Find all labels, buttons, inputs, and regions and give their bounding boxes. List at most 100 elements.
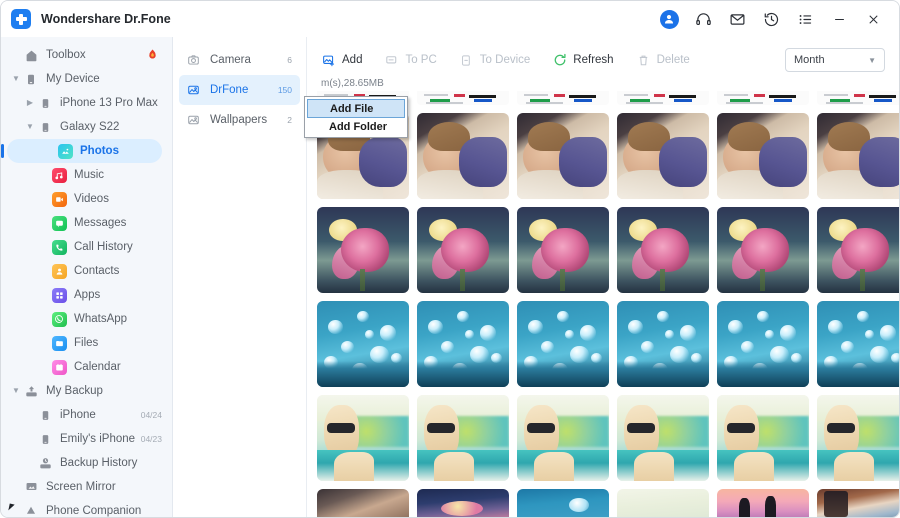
chevron-down-icon[interactable]: ▼ — [9, 75, 23, 83]
photo-thumbnail[interactable] — [417, 395, 509, 481]
photo-thumbnail[interactable] — [617, 113, 709, 199]
photo-thumbnail[interactable] — [517, 301, 609, 387]
mail-icon[interactable] — [727, 9, 747, 29]
chevron-down-icon[interactable]: ▼ — [9, 387, 23, 395]
sidebar-item-label: iPhone 13 Pro Max — [60, 97, 158, 109]
sidebar-item-label: Contacts — [74, 265, 120, 277]
album-item-drfone[interactable]: DrFone 150 — [179, 75, 300, 105]
sidebar-item-iphone[interactable]: iPhone 04/24 — [1, 403, 172, 427]
sidebar-item-label: Emily's iPhone — [60, 433, 136, 445]
photo-thumbnail[interactable] — [817, 395, 899, 481]
album-item-count: 2 — [287, 115, 292, 125]
album-item-label: Wallpapers — [210, 114, 268, 126]
phone-icon — [37, 407, 53, 423]
chevron-right-icon[interactable]: ▶ — [23, 99, 37, 107]
photo-thumbnail[interactable] — [417, 91, 509, 105]
photo-thumbnail[interactable] — [817, 489, 899, 517]
account-avatar-icon[interactable] — [659, 9, 679, 29]
sidebar-item-label: Videos — [74, 193, 109, 205]
sidebar-item-files[interactable]: Files — [1, 331, 172, 355]
photo-thumbnail[interactable] — [717, 207, 809, 293]
phone-icon — [37, 119, 53, 135]
album-item-label: Camera — [210, 54, 251, 66]
history-icon[interactable] — [761, 9, 781, 29]
sidebar-item-apps[interactable]: Apps — [1, 283, 172, 307]
photo-thumbnail[interactable] — [717, 489, 809, 517]
photo-grid — [307, 91, 899, 517]
camera-icon — [187, 54, 202, 66]
close-icon[interactable] — [863, 9, 883, 29]
photo-thumbnail[interactable] — [817, 207, 899, 293]
photo-thumbnail[interactable] — [617, 207, 709, 293]
sidebar-item-backup-history[interactable]: Backup History — [1, 451, 172, 475]
sidebar-item-call-history[interactable]: Call History — [1, 235, 172, 259]
context-menu-item-add-folder[interactable]: Add Folder — [307, 118, 405, 135]
sidebar-item-messages[interactable]: Messages — [1, 211, 172, 235]
sidebar-item-phone-companion[interactable]: Phone Companion — [1, 499, 172, 517]
photo-thumbnail[interactable] — [717, 91, 809, 105]
sidebar-item-iphone-13-pro-max[interactable]: ▶ iPhone 13 Pro Max — [1, 91, 172, 115]
photo-thumbnail[interactable] — [517, 395, 609, 481]
sidebar-item-my-device[interactable]: ▼ My Device — [1, 67, 172, 91]
chevron-down-icon[interactable]: ▼ — [23, 123, 37, 131]
support-headset-icon[interactable] — [693, 9, 713, 29]
photo-thumbnail[interactable] — [817, 91, 899, 105]
delete-button: Delete — [636, 53, 690, 68]
phone-icon — [37, 431, 53, 447]
photo-thumbnail[interactable] — [417, 489, 509, 517]
music-app-icon — [51, 167, 67, 183]
photo-thumbnail[interactable] — [717, 113, 809, 199]
sidebar-item-calendar[interactable]: Calendar — [1, 355, 172, 379]
photo-thumbnail[interactable] — [517, 489, 609, 517]
photo-thumbnail[interactable] — [717, 395, 809, 481]
minimize-icon[interactable] — [829, 9, 849, 29]
photo-thumbnail[interactable] — [417, 113, 509, 199]
sidebar: Toolbox ▼ My Device ▶ iPhone 13 Pro Max ▼ Gala… — [1, 37, 173, 517]
menu-list-icon[interactable] — [795, 9, 815, 29]
photo-thumbnail[interactable] — [317, 395, 409, 481]
add-button[interactable]: Add — [321, 53, 362, 68]
photo-thumbnail[interactable] — [317, 489, 409, 517]
photo-thumbnail[interactable] — [517, 91, 609, 105]
content-toolbar: Add To PC To Device Refresh Delete Month ▼ — [307, 45, 899, 75]
photo-thumbnail[interactable] — [517, 207, 609, 293]
photo-thumbnail[interactable] — [717, 301, 809, 387]
photo-thumbnail[interactable] — [617, 301, 709, 387]
sidebar-item-screen-mirror[interactable]: Screen Mirror — [1, 475, 172, 499]
to-pc-icon — [384, 53, 399, 68]
photo-thumbnail[interactable] — [617, 91, 709, 105]
app-body: Toolbox ▼ My Device ▶ iPhone 13 Pro Max ▼ Gala… — [1, 37, 899, 517]
sidebar-item-galaxy-s22[interactable]: ▼ Galaxy S22 — [1, 115, 172, 139]
sidebar-item-label: Calendar — [74, 361, 121, 373]
toolbar-button-label: To PC — [405, 54, 437, 66]
backup-history-icon — [37, 455, 53, 471]
album-item-camera[interactable]: Camera 6 — [179, 45, 300, 75]
photo-thumbnail[interactable] — [817, 301, 899, 387]
photo-thumbnail[interactable] — [317, 207, 409, 293]
sidebar-item-videos[interactable]: Videos — [1, 187, 172, 211]
refresh-button[interactable]: Refresh — [552, 53, 614, 68]
phone-icon — [37, 95, 53, 111]
photo-thumbnail[interactable] — [617, 489, 709, 517]
photo-thumbnail[interactable] — [517, 113, 609, 199]
add-context-menu: Add File Add Folder — [304, 96, 408, 138]
sidebar-item-emily-s-iphone[interactable]: Emily's iPhone 04/23 — [1, 427, 172, 451]
sidebar-item-music[interactable]: Music — [1, 163, 172, 187]
sidebar-item-whatsapp[interactable]: WhatsApp — [1, 307, 172, 331]
mixed-photos-row — [317, 489, 899, 517]
messages-app-icon — [51, 215, 67, 231]
sidebar-item-label: Photos — [80, 145, 119, 157]
sidebar-item-toolbox[interactable]: Toolbox — [1, 43, 172, 67]
sidebar-item-my-backup[interactable]: ▼ My Backup — [1, 379, 172, 403]
grouping-select[interactable]: Month ▼ — [785, 48, 885, 72]
album-item-wallpapers[interactable]: Wallpapers 2 — [179, 105, 300, 135]
photo-thumbnail[interactable] — [417, 207, 509, 293]
photo-thumbnail[interactable] — [317, 301, 409, 387]
call-app-icon — [51, 239, 67, 255]
context-menu-item-add-file[interactable]: Add File — [307, 99, 405, 118]
photo-thumbnail[interactable] — [617, 395, 709, 481]
photo-thumbnail[interactable] — [417, 301, 509, 387]
photo-thumbnail[interactable] — [817, 113, 899, 199]
sidebar-item-contacts[interactable]: Contacts — [1, 259, 172, 283]
sidebar-item-photos[interactable]: Photos — [1, 139, 162, 163]
